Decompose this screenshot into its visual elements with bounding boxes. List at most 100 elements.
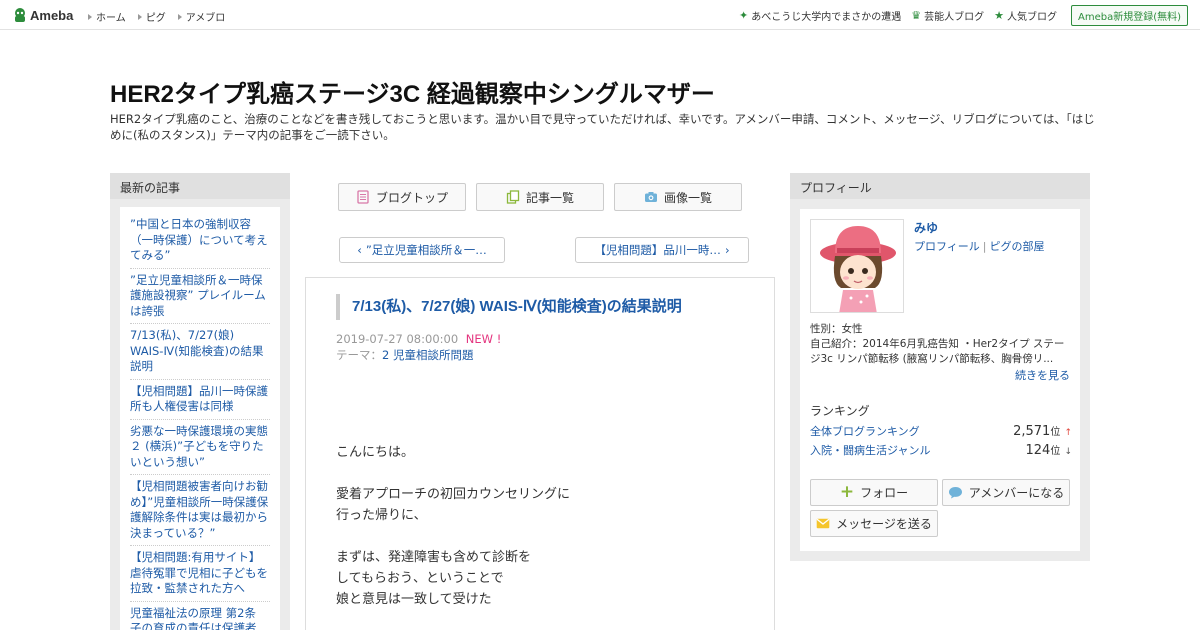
- nav-ameblo[interactable]: アメブロ: [177, 9, 226, 24]
- popular-blog-link[interactable]: ★ 人気ブログ: [994, 8, 1057, 23]
- prev-post-label: ”足立児童相談所＆一…: [365, 243, 487, 257]
- trending-link[interactable]: ✦ あべこうじ大学内でまさかの遭遇: [739, 8, 901, 23]
- article-title[interactable]: 7/13(私)、7/27(娘) WAIS-Ⅳ(知能検査)の結果説明: [336, 294, 746, 320]
- document-icon: [357, 190, 369, 204]
- signup-button[interactable]: Ameba新規登録(無料): [1070, 5, 1188, 26]
- celebrity-blog-link[interactable]: ♛ 芸能人ブログ: [911, 8, 984, 23]
- chat-bubble-icon: [948, 487, 962, 499]
- profile-info: 性別：女性 自己紹介：2014年6月乳癌告知 ・Her2タイプ ステージ3c リ…: [810, 322, 1072, 367]
- article: 7/13(私)、7/27(娘) WAIS-Ⅳ(知能検査)の結果説明 2019-0…: [305, 277, 775, 630]
- nav-pigg[interactable]: ピグ: [137, 9, 166, 24]
- send-message-button[interactable]: メッセージを送る: [810, 510, 938, 537]
- theme-link[interactable]: 2 児童相談所問題: [382, 348, 473, 362]
- send-message-label: メッセージを送る: [836, 517, 932, 531]
- ranking-unit: 位: [1050, 427, 1061, 438]
- avatar-character-icon: [811, 220, 903, 312]
- triangle-right-icon: [88, 13, 92, 20]
- blog-top-button[interactable]: ブログトップ: [338, 183, 466, 211]
- prev-post-button[interactable]: ‹ ”足立児童相談所＆一…: [339, 237, 505, 263]
- article-line: してもらおう、ということで: [336, 571, 504, 586]
- chevron-left-icon: ‹: [357, 243, 362, 257]
- ranking-value: 2,571: [1013, 424, 1051, 439]
- header-right-links: ✦ あべこうじ大学内でまさかの遭遇 ♛ 芸能人ブログ ★ 人気ブログ Ameba新規登…: [739, 5, 1188, 26]
- article-paragraph: こんにちは。: [336, 442, 570, 463]
- post-list-label: 記事一覧: [525, 190, 574, 205]
- crown-icon: ♛: [911, 9, 922, 22]
- arrow-down-icon: ↓: [1064, 447, 1072, 457]
- article-paragraph: まずは、発達障害も含めて診断を してもらおう、ということで 娘と意見は一致して受…: [336, 547, 570, 610]
- article-paragraph: 愛着アプローチの初回カウンセリングに 行った帰りに、: [336, 484, 570, 526]
- profile-link[interactable]: プロフィール: [914, 240, 980, 253]
- camera-icon: [644, 192, 657, 202]
- envelope-icon: [816, 518, 830, 529]
- recent-post-link[interactable]: 【児相問題】品川一時保護所も人権侵害は同様: [130, 380, 270, 420]
- read-more-link[interactable]: 続きを見る: [1015, 367, 1070, 383]
- link-separator: |: [982, 240, 987, 253]
- profile-intro: 自己紹介：2014年6月乳癌告知 ・Her2タイプ ステージ3c リンパ節転移 …: [810, 338, 1065, 365]
- article-datetime: 2019-07-27 08:00:00: [336, 332, 459, 346]
- nav-ameblo-label: アメブロ: [185, 13, 226, 24]
- recent-post-link[interactable]: 劣悪な一時保護環境の実態２ (横浜)”子どもを守りたいという想い”: [130, 420, 270, 475]
- recent-post-link[interactable]: ”中国と日本の強制収容（一時保護）について考えてみる”: [130, 213, 270, 269]
- next-post-label: 【児相問題】品川一時…: [594, 243, 721, 257]
- nav-home-label: ホーム: [96, 13, 126, 24]
- star-icon: ★: [994, 9, 1004, 22]
- trending-link-label: あべこうじ大学内でまさかの遭遇: [751, 12, 902, 23]
- logo-text: Ameba: [30, 7, 74, 23]
- article-line: 娘と意見は一致して受けた: [336, 592, 492, 607]
- article-body: こんにちは。 愛着アプローチの初回カウンセリングに 行った帰りに、 まずは、発達…: [336, 442, 570, 630]
- article-line: まずは、発達障害も含めて診断を: [336, 550, 532, 565]
- profile-box: みゆ プロフィール | ピグの部屋 性別：女性 自己紹介：2014年6月乳癌告知 ・…: [800, 209, 1080, 551]
- ranking-name[interactable]: 入院・闘病生活ジャンル: [810, 442, 930, 458]
- global-header: Ameba ホーム ピグ アメブロ ✦ あべこうじ大学内でまさかの遭遇 ♛ 芸能人ブ…: [0, 0, 1200, 30]
- ranking-value: 124: [1025, 443, 1051, 458]
- article-line: 行った帰りに、: [336, 508, 427, 523]
- ranking-heading: ランキング: [810, 404, 870, 418]
- ranking-name[interactable]: 全体ブログランキング: [810, 423, 920, 439]
- article-line: こんにちは。: [336, 445, 415, 460]
- ranking-row: 入院・闘病生活ジャンル 124位 ↓: [810, 442, 1072, 458]
- image-list-button[interactable]: 画像一覧: [614, 183, 742, 211]
- popular-blog-label: 人気ブログ: [1006, 12, 1057, 23]
- recent-posts-panel: 最新の記事 ”中国と日本の強制収容（一時保護）について考えてみる” ”足立児童相…: [110, 173, 290, 630]
- recent-post-link[interactable]: 【児相問題被害者向けお勧め】”児童相談所一時保護保護解除条件は実は最初から決まっ…: [130, 475, 270, 546]
- plus-icon: +: [839, 482, 855, 502]
- blog-top-label: ブログトップ: [375, 190, 448, 205]
- nav-pigg-label: ピグ: [145, 13, 166, 24]
- ranking-value-wrap: 124位 ↓: [1025, 442, 1072, 458]
- recent-posts-heading: 最新の記事: [110, 173, 290, 199]
- pigg-room-link[interactable]: ピグの部屋: [990, 240, 1045, 253]
- article-line: 愛着アプローチの初回カウンセリングに: [336, 487, 571, 502]
- recent-post-link[interactable]: 7/13(私)、7/27(娘) WAIS-Ⅳ(知能検査)の結果説明: [130, 324, 270, 380]
- next-post-button[interactable]: 【児相問題】品川一時… ›: [575, 237, 749, 263]
- recent-post-link[interactable]: 【児相問題:有用サイト】虐待冤罪で児相に子どもを拉致・監禁された方へ: [130, 546, 270, 602]
- follow-label: フォロー: [860, 486, 909, 500]
- global-nav: ホーム ピグ アメブロ: [88, 9, 225, 24]
- follow-button[interactable]: + フォロー: [810, 479, 938, 506]
- recent-posts-list: ”中国と日本の強制収容（一時保護）について考えてみる” ”足立児童相談所＆一時保…: [120, 207, 280, 630]
- blog-title[interactable]: HER2タイプ乳癌ステージ3C 経過観察中シングルマザー: [110, 74, 715, 109]
- arrow-up-icon: ↑: [1064, 428, 1072, 438]
- avatar[interactable]: [810, 219, 904, 313]
- ranking-unit: 位: [1050, 446, 1061, 457]
- post-list-button[interactable]: 記事一覧: [476, 183, 604, 211]
- amember-label: アメンバーになる: [968, 486, 1065, 500]
- ameba-logo[interactable]: Ameba: [12, 7, 73, 23]
- blog-nav-buttons: ブログトップ 記事一覧 画像一覧: [338, 183, 742, 211]
- profile-name[interactable]: みゆ: [914, 219, 938, 236]
- nav-home[interactable]: ホーム: [88, 9, 126, 24]
- new-badge: NEW !: [465, 332, 502, 346]
- triangle-right-icon: [177, 13, 182, 20]
- copy-icon: [506, 190, 520, 204]
- recent-post-link[interactable]: ”足立児童相談所＆一時保護施設視察” プレイルームは誇張: [130, 269, 270, 324]
- chevron-right-icon: ›: [724, 243, 730, 257]
- celebrity-blog-label: 芸能人ブログ: [924, 12, 985, 23]
- recent-post-link[interactable]: 児童福祉法の原理 第2条 子の育成の責任は保護者(親権者)にあり: [130, 602, 270, 630]
- ranking-value-wrap: 2,571位 ↑: [1013, 423, 1072, 439]
- profile-links: プロフィール | ピグの部屋: [914, 238, 1045, 254]
- profile-panel: プロフィール みゆ プロフィール | ピグの部屋 性別：女性 自己紹介：2014…: [790, 173, 1090, 561]
- article-meta: 2019-07-27 08:00:00 NEW ! テーマ：2 児童相談所問題: [336, 331, 501, 363]
- image-list-label: 画像一覧: [663, 190, 712, 205]
- triangle-right-icon: [137, 13, 142, 20]
- amember-button[interactable]: アメンバーになる: [942, 479, 1070, 506]
